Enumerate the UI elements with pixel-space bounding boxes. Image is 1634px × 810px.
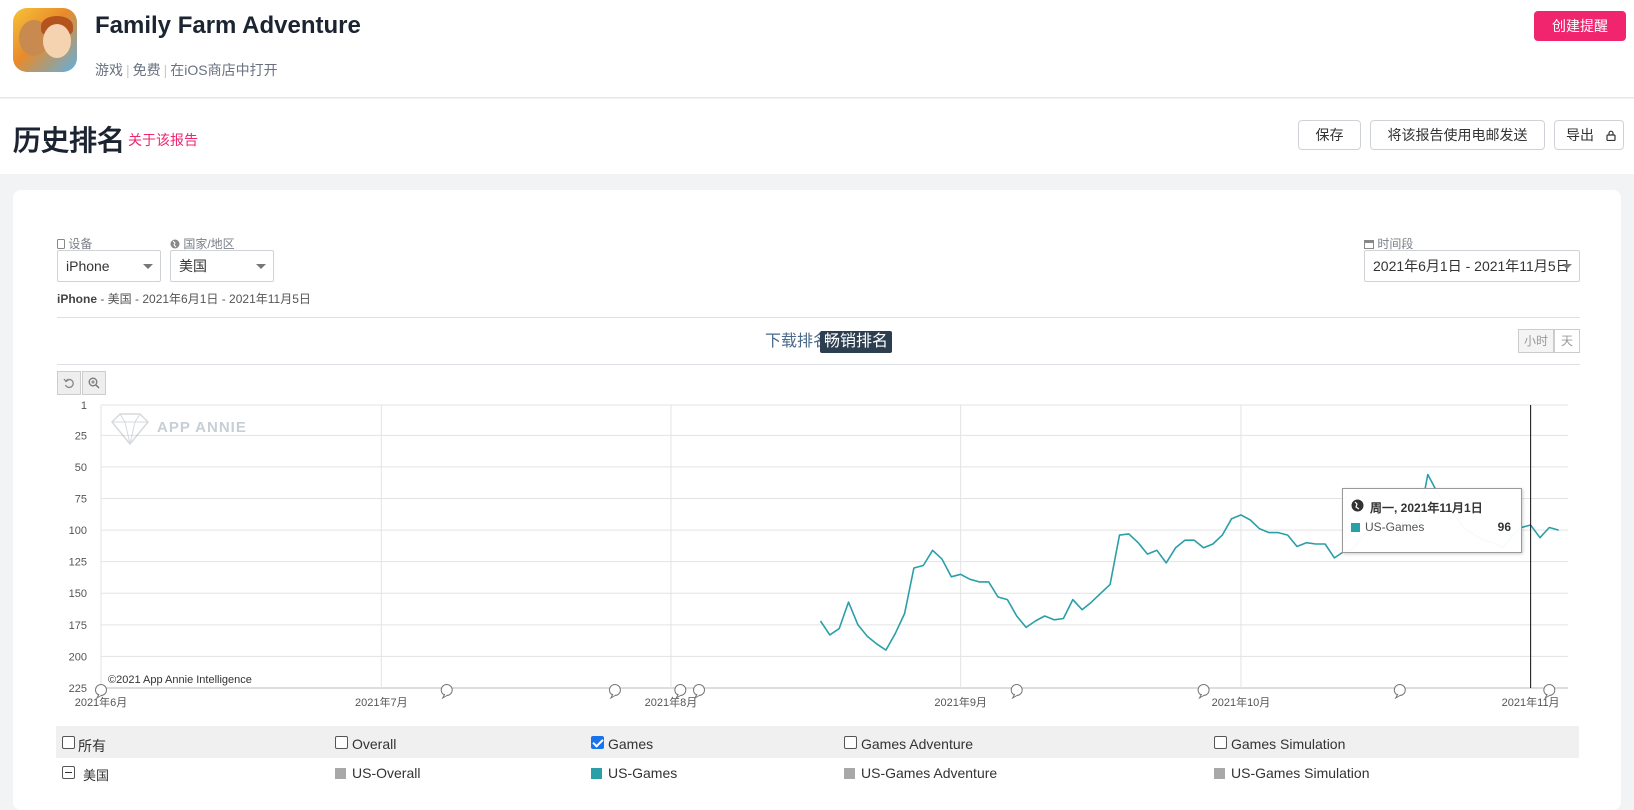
checkbox-overall[interactable] [335, 736, 348, 749]
tooltip-series: US-Games [1365, 520, 1425, 534]
device-icon [57, 239, 65, 249]
app-icon [13, 8, 77, 72]
filter-summary: iPhone - 美国 - 2021年6月1日 - 2021年11月5日 [57, 292, 311, 306]
legend-us-games-adventure[interactable]: US-Games Adventure [861, 765, 997, 781]
zoom-in-icon [88, 377, 100, 389]
lock-icon [1606, 130, 1616, 141]
globe-icon [1351, 499, 1364, 512]
hour-toggle[interactable]: 小时 [1518, 329, 1554, 353]
app-header: Family Farm Adventure 游戏 | 免费 | 在iOS商店中打开 创建… [0, 0, 1634, 98]
legend-country-label: 美国 [83, 768, 110, 783]
period-select[interactable]: 2021年6月1日 - 2021年11月5日 [1364, 250, 1580, 282]
create-alert-button[interactable]: 创建提醒 [1534, 11, 1626, 41]
tooltip-value: 96 [1497, 520, 1511, 534]
app-meta: 游戏 | 免费 | 在iOS商店中打开 [95, 62, 278, 78]
about-report-link[interactable]: 关于该报告 [128, 130, 198, 150]
legend-games-simulation-label: Games Simulation [1231, 736, 1346, 752]
tooltip-swatch [1351, 523, 1360, 532]
country-select[interactable]: 美国 [170, 250, 274, 282]
legend-games-adventure-label: Games Adventure [861, 736, 974, 752]
checkbox-games-simulation[interactable] [1214, 736, 1227, 749]
divider [57, 364, 1580, 365]
swatch-us-games-adventure [844, 768, 855, 779]
collapse-country-toggle[interactable] [62, 766, 75, 779]
calendar-icon [1364, 240, 1374, 249]
day-toggle[interactable]: 天 [1554, 329, 1580, 353]
swatch-us-overall [335, 768, 346, 779]
category-legend: 所有 Overall Games Games Adventure Games S… [56, 726, 1579, 758]
tab-grossing[interactable]: 畅销排名 [820, 331, 893, 353]
email-report-button[interactable]: 将该报告使用电邮发送 [1370, 120, 1545, 150]
device-select-value: iPhone [66, 258, 110, 274]
app-price: 免费 [132, 62, 161, 78]
legend-all-label: 所有 [78, 738, 106, 754]
legend-us-overall[interactable]: US-Overall [352, 765, 420, 781]
girl-face-shape [43, 24, 71, 58]
device-select[interactable]: iPhone [57, 250, 161, 282]
globe-icon [170, 239, 180, 249]
tooltip-date: 周一, 2021年11月1日 [1370, 501, 1483, 515]
checkbox-all[interactable] [62, 736, 75, 749]
ios-store-link[interactable]: 在iOS商店中打开 [170, 62, 277, 78]
zoom-button[interactable] [82, 371, 106, 395]
chart-tooltip: 周一, 2021年11月1日 US-Games 96 [1342, 488, 1522, 553]
checkbox-games-adventure[interactable] [844, 736, 857, 749]
swatch-us-games [591, 768, 602, 779]
export-button[interactable]: 导出 [1554, 120, 1624, 150]
country-select-value: 美国 [179, 258, 207, 274]
app-title: Family Farm Adventure [95, 12, 361, 39]
reset-zoom-button[interactable] [57, 371, 81, 395]
chevron-down-icon [256, 264, 266, 269]
legend-games-label: Games [608, 736, 654, 752]
app-category-link[interactable]: 游戏 [95, 62, 123, 78]
legend-us-games-simulation[interactable]: US-Games Simulation [1231, 765, 1370, 781]
page-title: 历史排名 [13, 125, 126, 156]
save-button[interactable]: 保存 [1298, 120, 1361, 150]
divider [57, 317, 1580, 318]
series-legend: 美国 US-Overall US-Games US-Games Adventur… [56, 759, 1579, 788]
export-label: 导出 [1566, 127, 1594, 143]
chevron-down-icon [1562, 264, 1572, 269]
chevron-down-icon [143, 264, 153, 269]
report-header: 历史排名 关于该报告 保存 将该报告使用电邮发送 导出 [0, 99, 1634, 174]
checkbox-games[interactable] [591, 736, 604, 749]
swatch-us-games-simulation [1214, 768, 1225, 779]
undo-icon [63, 378, 74, 389]
legend-overall-label: Overall [352, 736, 397, 752]
legend-us-games[interactable]: US-Games [608, 765, 677, 781]
period-select-value: 2021年6月1日 - 2021年11月5日 [1373, 258, 1570, 274]
